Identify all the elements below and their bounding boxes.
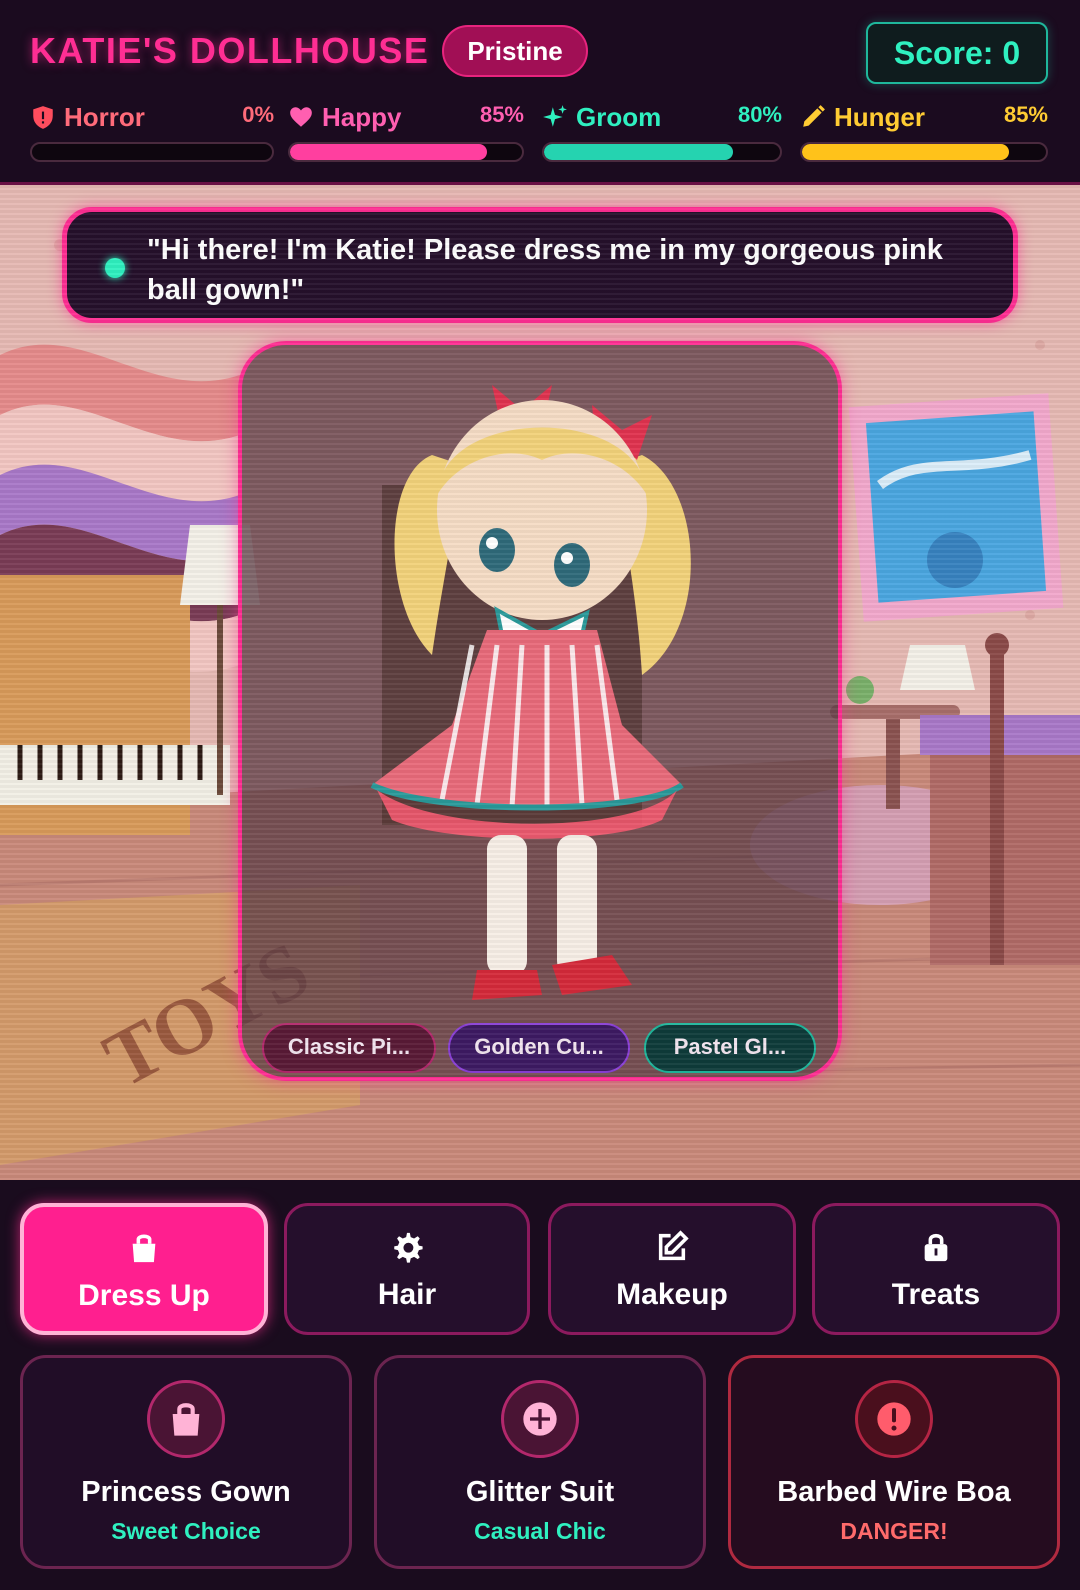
stat-bar-fill [544, 144, 733, 160]
score-display: Score: 0 [866, 22, 1048, 84]
stat-bar [30, 142, 274, 162]
stat-groom: Groom 80% [542, 100, 782, 164]
stat-bar-fill [290, 144, 488, 160]
dollhouse-scene: TOYS "Hi there! I'm Katie! Please dress … [0, 185, 1080, 1180]
speaking-indicator [105, 258, 125, 278]
item-icon-badge [855, 1380, 933, 1458]
stat-label: Groom [576, 102, 662, 132]
alert-circle-icon [877, 1402, 911, 1436]
item-card-barbed-wire-boa[interactable]: Barbed Wire Boa DANGER! [728, 1355, 1060, 1569]
doll-display[interactable] [238, 341, 842, 1081]
item-subtitle: Casual Chic [474, 1518, 606, 1544]
doll-figure [242, 345, 838, 1077]
tab-label: Makeup [616, 1278, 728, 1311]
doll-speech-bubble: "Hi there! I'm Katie! Please dress me in… [62, 207, 1018, 323]
preset-outfit-button[interactable]: Classic Pi... [262, 1023, 436, 1073]
stat-bar [542, 142, 782, 162]
doll-dialogue: "Hi there! I'm Katie! Please dress me in… [147, 234, 943, 306]
stat-value: 80% [737, 102, 782, 127]
edit-icon [658, 1230, 689, 1261]
stat-label: Happy [322, 102, 402, 132]
item-subtitle: Sweet Choice [111, 1518, 261, 1544]
stat-bar-fill [802, 144, 1010, 160]
stat-value: 85% [1003, 102, 1048, 127]
heart-icon [290, 107, 312, 127]
game-title: KATIE'S DOLLHOUSE [30, 30, 430, 71]
sparkles-icon [543, 105, 567, 127]
doll-state-badge: Pristine [442, 25, 588, 77]
stat-value: 85% [479, 102, 524, 127]
tab-makeup[interactable]: Makeup [548, 1203, 796, 1335]
item-icon-badge [501, 1380, 579, 1458]
item-title: Princess Gown [81, 1476, 291, 1508]
stat-hunger: Hunger 85% [800, 100, 1048, 164]
stat-value: 0% [242, 102, 274, 127]
preset-outfit-button[interactable]: Pastel Gl... [644, 1023, 816, 1073]
plus-circle-icon [523, 1402, 557, 1436]
item-icon-badge [147, 1380, 225, 1458]
item-card-glitter-suit[interactable]: Glitter Suit Casual Chic [374, 1355, 706, 1569]
item-card-princess-gown[interactable]: Princess Gown Sweet Choice [20, 1355, 352, 1569]
tab-dress-up[interactable]: Dress Up [20, 1203, 268, 1335]
pencil-icon [803, 105, 825, 127]
preset-outfit-button[interactable]: Golden Cu... [448, 1023, 630, 1073]
stat-bar [288, 142, 524, 162]
gear-icon [394, 1232, 423, 1263]
item-subtitle: DANGER! [840, 1518, 948, 1544]
tab-label: Hair [377, 1278, 437, 1311]
stat-horror: Horror 0% [30, 100, 274, 164]
lock-icon [924, 1233, 948, 1262]
shield-alert-icon [33, 106, 53, 129]
item-title: Glitter Suit [465, 1476, 615, 1508]
tab-label: Treats [891, 1278, 981, 1311]
tab-treats[interactable]: Treats [812, 1203, 1060, 1335]
tab-hair[interactable]: Hair [284, 1203, 530, 1335]
stat-bar [800, 142, 1048, 162]
item-title: Barbed Wire Boa [777, 1476, 1011, 1508]
game-header: KATIE'S DOLLHOUSE Pristine Score: 0 Horr… [0, 0, 1080, 185]
tab-label: Dress Up [78, 1279, 210, 1312]
shopping-bag-icon [172, 1403, 200, 1436]
stat-happy: Happy 85% [288, 100, 524, 164]
stat-label: Hunger [834, 102, 925, 132]
shopping-bag-icon [132, 1234, 156, 1263]
stat-label: Horror [64, 102, 145, 132]
